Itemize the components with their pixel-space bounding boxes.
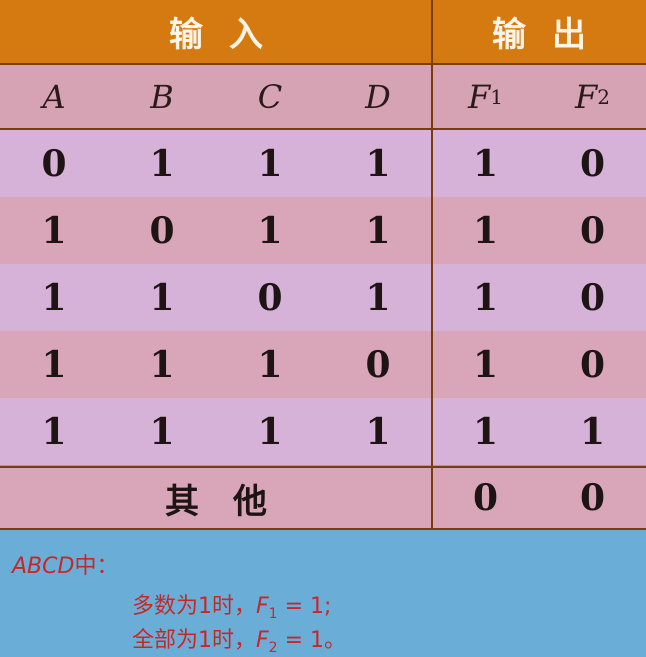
cell-f2: 1: [579, 410, 606, 453]
cell-f1: 1: [472, 209, 499, 252]
cell-d: 0: [365, 343, 391, 386]
cell-b: 0: [149, 209, 175, 252]
header-row: 输入 输出: [0, 0, 646, 65]
note-all-text: 全部为1时，: [132, 628, 256, 653]
column-divider: [431, 0, 433, 530]
column-header-d-label: D: [365, 77, 391, 116]
cell-a: 1: [41, 343, 67, 386]
column-header-c: C: [216, 65, 324, 128]
cell-c: 1: [257, 343, 283, 386]
cell-f2: 0: [579, 209, 606, 252]
column-header-f2: F2: [539, 65, 646, 128]
cell-d: 1: [365, 276, 391, 319]
column-header-d: D: [324, 65, 432, 128]
cell-c: 0: [257, 276, 283, 319]
table-row: 0 1 1 1 1 0: [0, 130, 646, 197]
cell-f2: 0: [579, 142, 606, 185]
other-f1: 0: [472, 477, 499, 519]
other-f2: 0: [579, 477, 606, 519]
cell-b: 1: [149, 343, 175, 386]
cell-a: 1: [41, 410, 67, 453]
note-all-eq: = 1。: [277, 628, 346, 653]
cell-d: 1: [365, 410, 391, 453]
note-all-var: F: [256, 628, 269, 653]
note-vars: ABCD: [12, 554, 75, 579]
note-line-all: 全部为1时，F2 = 1。: [132, 622, 346, 656]
variable-row: A B C D F1 F2: [0, 65, 646, 130]
note-prefix-suffix: 中：: [74, 554, 119, 579]
column-header-f1: F1: [432, 65, 539, 128]
column-header-f2-subscript: 2: [597, 84, 610, 109]
cell-c: 1: [257, 209, 283, 252]
cell-c: 1: [257, 410, 283, 453]
cell-f1: 1: [472, 343, 499, 386]
truth-table: 输入 输出 A B C D F1 F2 0 1 1 1 1 0 1 0 1 1 …: [0, 0, 646, 530]
cell-a: 1: [41, 276, 67, 319]
column-header-f1-subscript: 1: [490, 84, 503, 109]
column-header-a: A: [0, 65, 108, 128]
inputs-header: 输入: [169, 15, 289, 55]
note-majority-var: F: [256, 594, 269, 619]
note-all-sub: 2: [268, 640, 278, 656]
other-label: 其他: [165, 481, 301, 522]
note-box: ABCD中： 多数为1时，F1 = 1; 全部为1时，F2 = 1。: [0, 532, 646, 657]
column-header-b-label: B: [150, 77, 174, 116]
cell-f1: 1: [472, 142, 499, 185]
cell-b: 1: [149, 142, 175, 185]
column-header-f2-label: F: [575, 77, 598, 116]
cell-d: 1: [365, 142, 391, 185]
cell-d: 1: [365, 209, 391, 252]
cell-f2: 0: [579, 276, 606, 319]
note-majority-eq: = 1;: [277, 594, 332, 619]
cell-b: 1: [149, 410, 175, 453]
outputs-header: 输出: [492, 15, 612, 55]
column-header-c-label: C: [257, 77, 283, 116]
note-line-intro: ABCD中：: [12, 548, 118, 580]
cell-f1: 1: [472, 410, 499, 453]
table-row: 1 1 0 1 1 0: [0, 264, 646, 331]
other-row: 其他 0 0: [0, 466, 646, 530]
note-majority-text: 多数为1时，: [132, 594, 256, 619]
cell-f1: 1: [472, 276, 499, 319]
cell-a: 0: [41, 142, 67, 185]
cell-b: 1: [149, 276, 175, 319]
table-row: 1 0 1 1 1 0: [0, 197, 646, 264]
column-header-a-label: A: [42, 77, 66, 116]
column-header-f1-label: F: [468, 77, 491, 116]
cell-f2: 0: [579, 343, 606, 386]
cell-a: 1: [41, 209, 67, 252]
table-row: 1 1 1 0 1 0: [0, 331, 646, 398]
cell-c: 1: [257, 142, 283, 185]
note-majority-sub: 1: [268, 606, 278, 622]
column-header-b: B: [108, 65, 216, 128]
table-row: 1 1 1 1 1 1: [0, 398, 646, 465]
note-line-majority: 多数为1时，F1 = 1;: [132, 588, 331, 622]
